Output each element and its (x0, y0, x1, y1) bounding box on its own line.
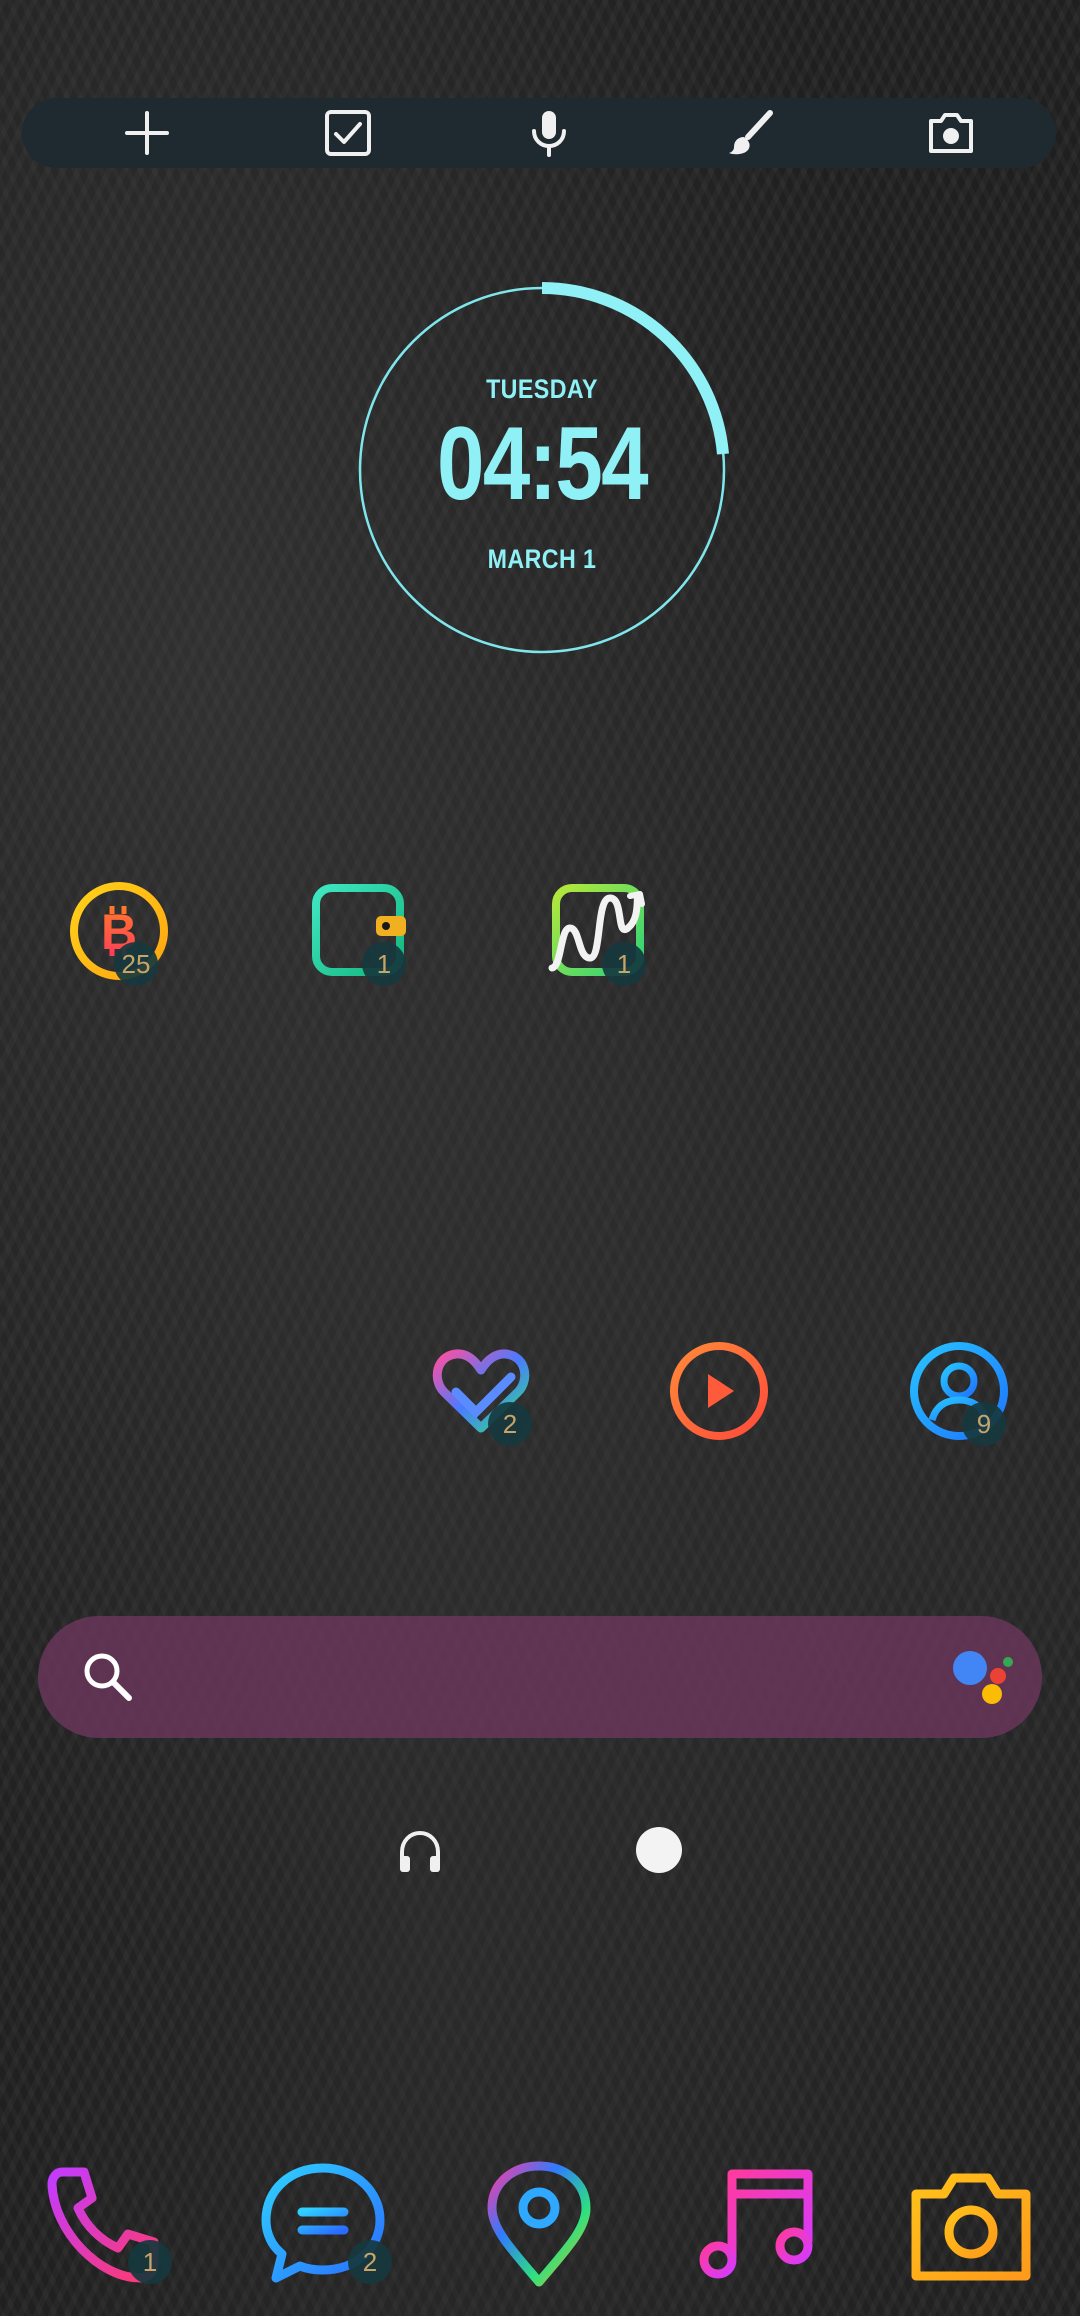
camera-icon (911, 2173, 1031, 2281)
dock-phone[interactable]: 1 (42, 2160, 172, 2290)
voice-note-button[interactable] (522, 106, 576, 160)
app-health[interactable]: 2 (426, 1336, 536, 1446)
app-video[interactable] (664, 1336, 774, 1446)
clock-widget[interactable]: TUESDAY 04:54 MARCH 1 (354, 282, 730, 658)
microphone-icon (532, 111, 566, 157)
app-stocks[interactable]: 1 (544, 876, 654, 986)
clock-day: TUESDAY (486, 374, 598, 404)
app-wallet[interactable]: 1 (304, 876, 414, 986)
add-button[interactable] (120, 106, 174, 160)
headphones-icon[interactable] (395, 1826, 445, 1876)
notification-badge: 1 (128, 2240, 172, 2284)
add-task-button[interactable] (321, 106, 375, 160)
notification-badge: 9 (962, 1402, 1006, 1446)
dock-music[interactable] (692, 2160, 822, 2290)
dock-maps[interactable] (474, 2160, 604, 2290)
notification-badge: 2 (488, 1402, 532, 1446)
notification-badge: 1 (602, 942, 646, 986)
plus-icon (125, 111, 169, 155)
notification-badge: 25 (114, 942, 158, 986)
google-assistant-icon[interactable] (950, 1646, 1014, 1710)
app-contacts[interactable]: 9 (904, 1336, 1014, 1446)
drawing-button[interactable] (723, 106, 777, 160)
notification-badge: 2 (348, 2240, 392, 2284)
quick-actions-widget (22, 98, 1056, 168)
dock-camera[interactable] (906, 2160, 1036, 2290)
google-search-bar[interactable] (38, 1616, 1042, 1738)
brush-icon (729, 110, 773, 155)
camera-icon (929, 113, 973, 153)
clock-date: MARCH 1 (487, 544, 597, 574)
search-icon (84, 1653, 132, 1701)
clock-time: 04:54 (437, 406, 649, 522)
notification-badge: 1 (362, 942, 406, 986)
checkbox-icon (325, 110, 371, 156)
home-page-dot[interactable] (636, 1827, 682, 1873)
music-note-icon (699, 2169, 813, 2279)
photo-note-button[interactable] (924, 106, 978, 160)
play-icon (670, 1342, 768, 1440)
app-bitcoin[interactable]: B 25 (64, 876, 174, 986)
page-indicator (0, 1822, 1080, 1878)
location-pin-icon (487, 2161, 591, 2287)
dock-messages[interactable]: 2 (258, 2160, 392, 2290)
